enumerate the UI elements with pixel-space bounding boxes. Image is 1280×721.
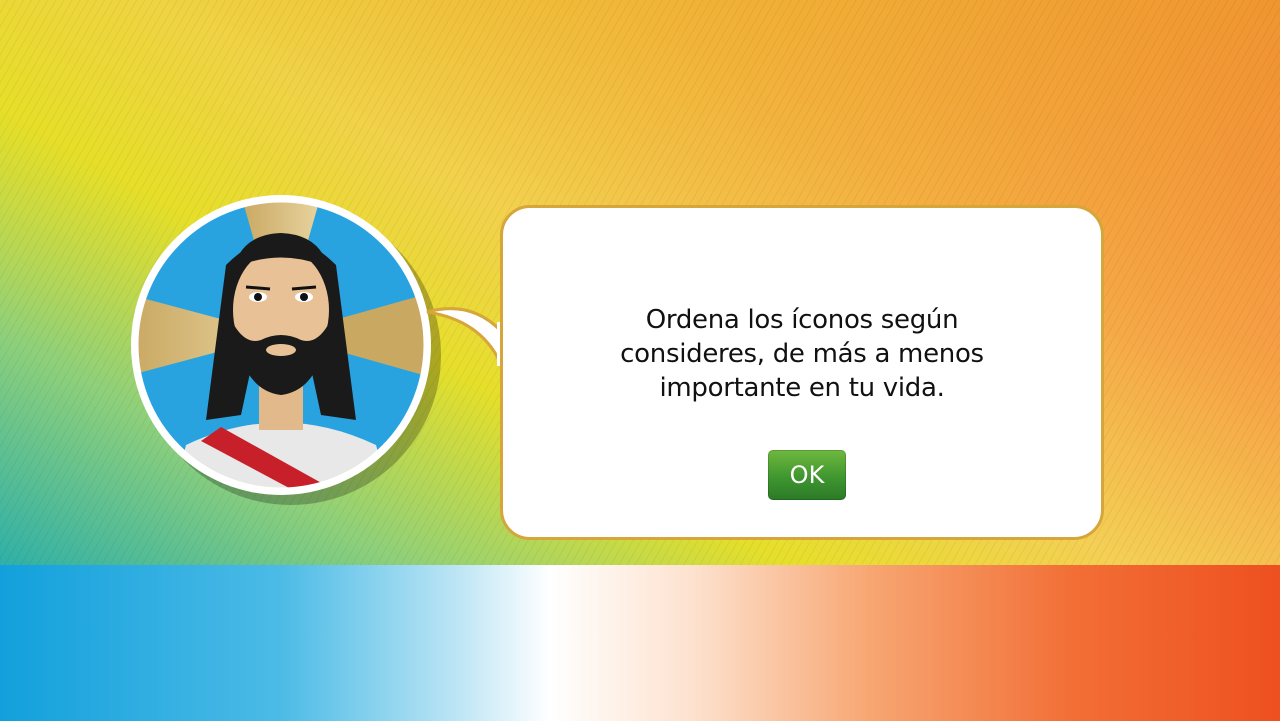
instruction-dialog: Ordena los íconos según consideres, de m… xyxy=(500,205,1104,540)
message-line-3: importante en tu vida. xyxy=(659,373,945,403)
message-line-2: consideres, de más a menos xyxy=(620,339,984,369)
jesus-avatar-icon xyxy=(131,195,441,505)
instruction-message: Ordena los íconos según consideres, de m… xyxy=(503,303,1101,405)
background-bottom-band xyxy=(0,565,1280,721)
message-line-1: Ordena los íconos según xyxy=(645,305,959,335)
ok-button[interactable]: OK xyxy=(768,450,846,500)
